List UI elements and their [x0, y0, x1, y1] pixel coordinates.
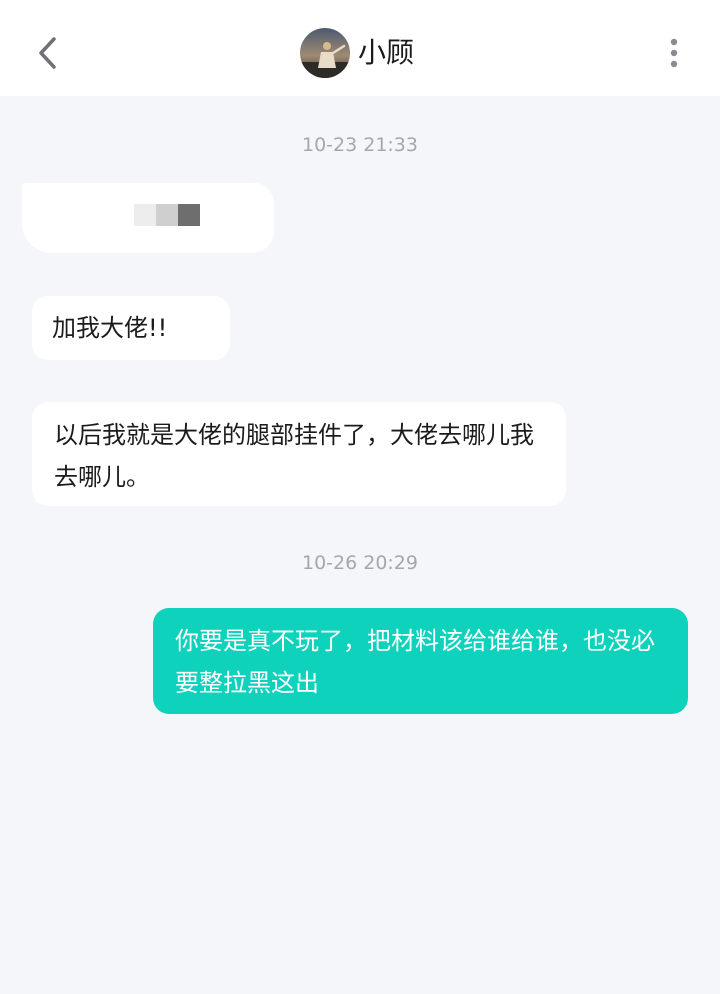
contact-name: 小顾 [358, 36, 415, 69]
more-vertical-icon [670, 38, 678, 68]
received-message-bubble[interactable]: 加我大佬!! [32, 296, 230, 360]
message-timestamp: 10-26 20:29 [301, 552, 418, 574]
avatar[interactable] [300, 28, 350, 78]
chevron-left-icon [39, 37, 56, 69]
sent-message-bubble[interactable]: 你要是真不玩了，把材料该给谁给谁，也没必要整拉黑这出 [153, 608, 688, 714]
back-button[interactable] [30, 30, 64, 76]
redacted-message-bubble[interactable] [22, 183, 274, 253]
more-button[interactable] [656, 30, 692, 76]
received-message-bubble[interactable]: 以后我就是大佬的腿部挂件了，大佬去哪儿我去哪儿。 [32, 402, 566, 506]
chat-header: 小顾 [0, 0, 720, 96]
message-timestamp: 10-23 21:33 [301, 134, 418, 156]
redaction-mosaic [134, 204, 200, 226]
chat-title[interactable]: 小顾 [300, 28, 414, 78]
